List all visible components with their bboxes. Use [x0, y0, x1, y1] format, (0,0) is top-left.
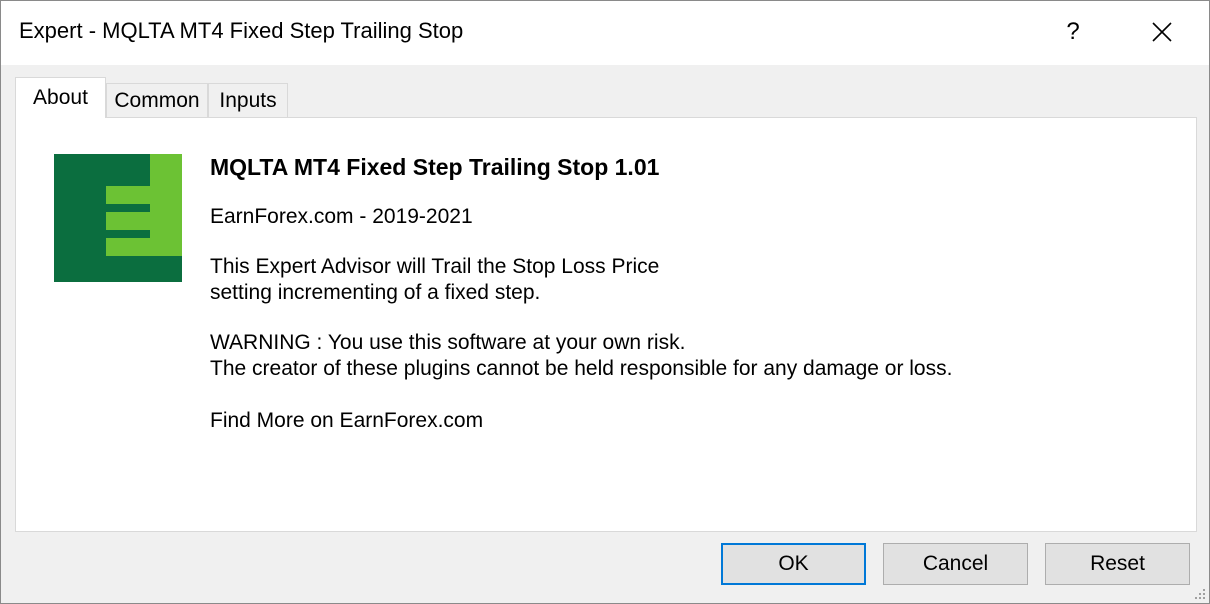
description-line-2: setting incrementing of a fixed step. — [210, 281, 541, 304]
window-title: Expert - MQLTA MT4 Fixed Step Trailing S… — [19, 18, 464, 43]
reset-button[interactable]: Reset — [1045, 543, 1190, 585]
resize-grip-icon[interactable] — [1191, 585, 1207, 601]
close-icon — [1152, 22, 1172, 42]
help-icon: ? — [1066, 18, 1080, 45]
ok-label: OK — [778, 552, 809, 575]
cancel-label: Cancel — [922, 552, 989, 575]
warning-line-2: The creator of these plugins cannot be h… — [210, 357, 953, 380]
close-button[interactable] — [1137, 7, 1187, 57]
about-panel: MQLTA MT4 Fixed Step Trailing Stop 1.01 … — [15, 117, 1197, 532]
copyright-text: EarnForex.com - 2019-2021 — [210, 205, 473, 228]
cancel-button[interactable]: Cancel — [883, 543, 1028, 585]
expert-dialog: Expert - MQLTA MT4 Fixed Step Trailing S… — [0, 0, 1210, 604]
tab-label: Common — [114, 88, 200, 112]
reset-label: Reset — [1090, 552, 1145, 575]
warning-line-1: WARNING : You use this software at your … — [210, 331, 686, 354]
tab-inputs[interactable]: Inputs — [208, 83, 288, 117]
description-line-1: This Expert Advisor will Trail the Stop … — [210, 255, 660, 278]
tab-label: About — [33, 86, 88, 109]
about-title: MQLTA MT4 Fixed Step Trailing Stop 1.01 — [210, 154, 660, 180]
tab-common[interactable]: Common — [106, 83, 208, 117]
help-button[interactable]: ? — [1049, 7, 1097, 57]
title-bar[interactable]: Expert - MQLTA MT4 Fixed Step Trailing S… — [1, 1, 1209, 65]
earnforex-logo — [54, 154, 182, 282]
ok-button[interactable]: OK — [721, 543, 866, 585]
find-more-text: Find More on EarnForex.com — [210, 409, 484, 432]
tab-label: Inputs — [219, 88, 277, 112]
tab-about[interactable]: About — [15, 77, 106, 118]
